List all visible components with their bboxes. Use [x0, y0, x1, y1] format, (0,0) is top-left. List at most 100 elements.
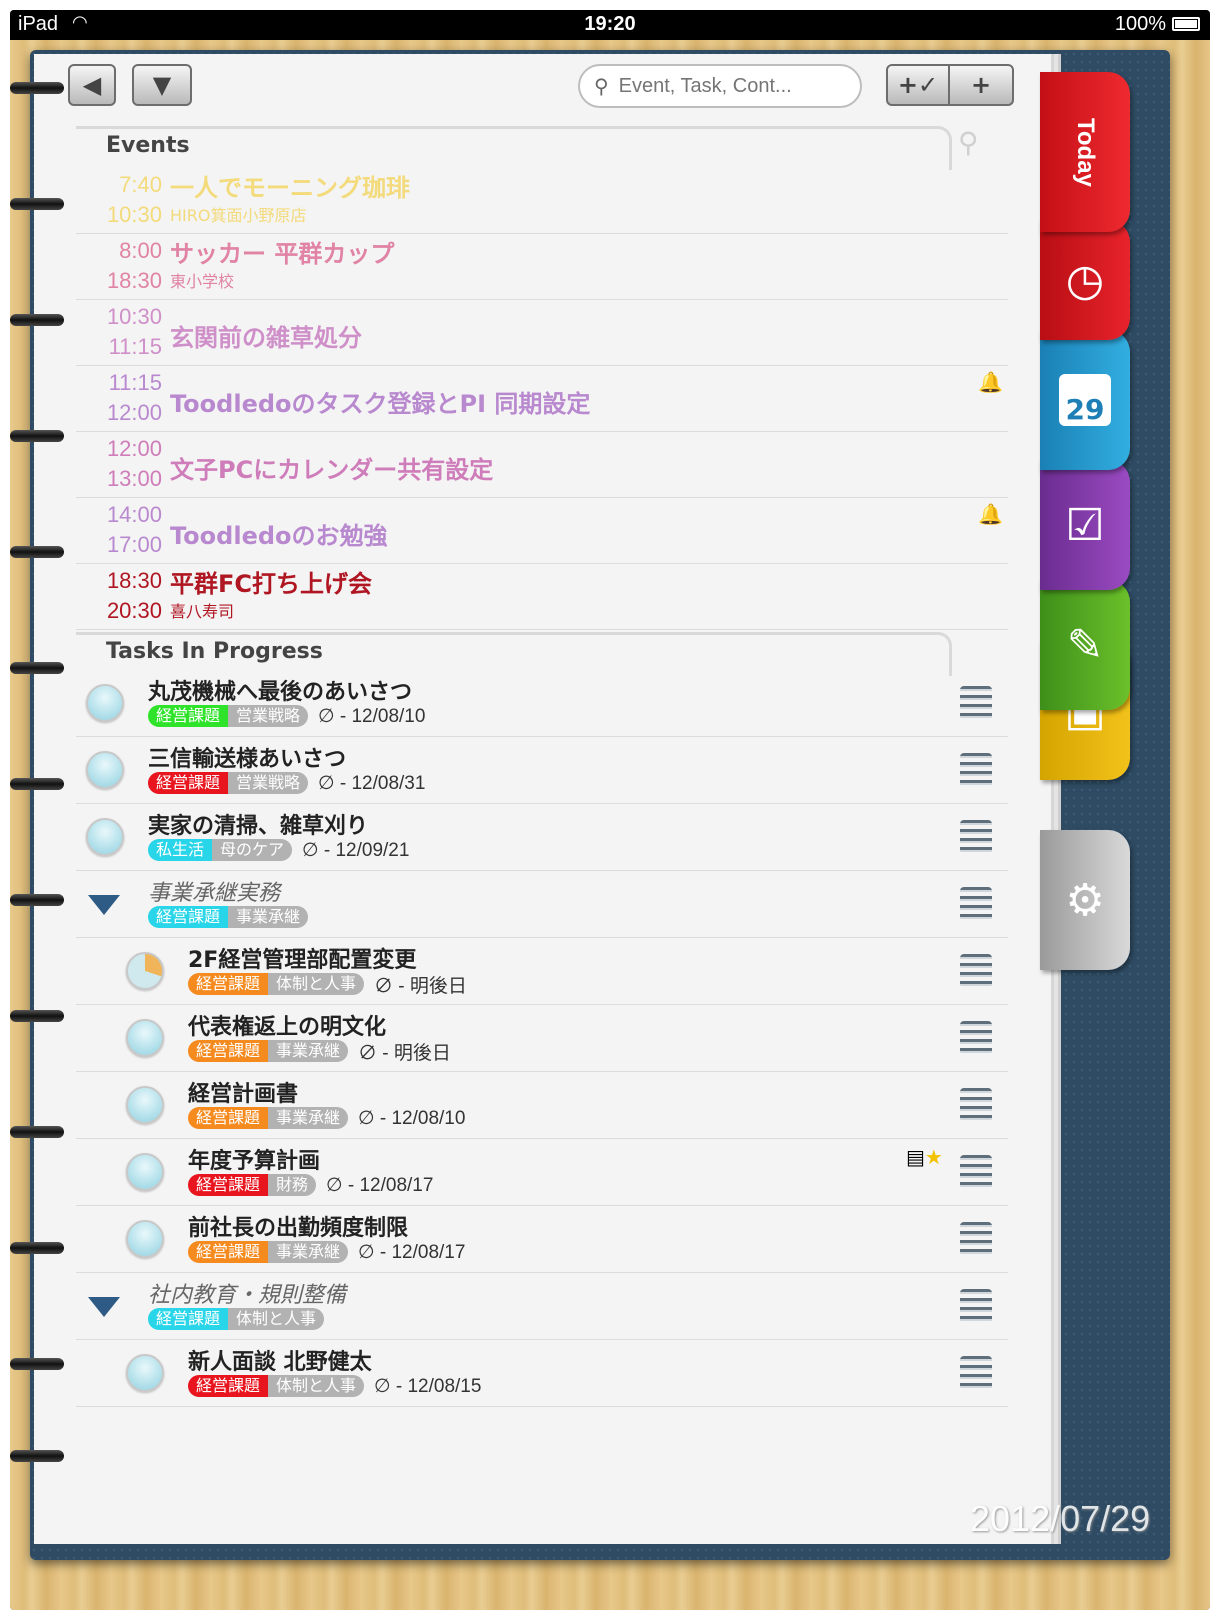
project-title: 事業承継実務 [148, 881, 281, 906]
task-tags: 経営課題 事業承継 [148, 905, 309, 929]
task-complete-checkbox[interactable] [86, 751, 124, 789]
subtask-row[interactable]: 新人面談 北野健太 経営課題 体制と人事 ∅ - 12/08/15 [76, 1340, 1008, 1407]
event-title: Toodledoのお勉強 [170, 522, 388, 550]
clock: 19:20 [584, 13, 636, 35]
event-start-time: 7:40 [119, 172, 162, 197]
task-subcategory-tag: 事業承継 [228, 906, 309, 928]
reorder-handle-icon[interactable] [960, 1222, 992, 1256]
tasks-section-title: Tasks In Progress [106, 639, 323, 664]
project-row[interactable]: 社内教育・規則整備 経営課題 体制と人事 [76, 1273, 1008, 1340]
collapse-triangle-icon[interactable] [88, 895, 120, 915]
events-section-title: Events [106, 133, 190, 158]
task-row[interactable]: 三信輸送様あいさつ 経営課題 営業戦略 ∅ - 12/08/31 [76, 737, 1008, 804]
task-title: 前社長の出勤頻度制限 [188, 1216, 409, 1241]
subtask-row[interactable]: 前社長の出勤頻度制限 経営課題 事業承継 ∅ - 12/08/17 [76, 1206, 1008, 1273]
task-complete-checkbox[interactable] [126, 1153, 164, 1191]
subtask-row[interactable]: 代表権返上の明文化 経営課題 事業承継 ∅ - 明後日 [76, 1005, 1008, 1072]
event-row[interactable]: 10:30 11:15 玄関前の雑草処分 [76, 300, 1008, 366]
calendar-icon: 29 [1059, 374, 1111, 426]
event-location: 喜八寿司 [170, 602, 235, 621]
reorder-handle-icon[interactable] [960, 820, 992, 854]
task-tags: 経営課題 営業戦略 ∅ - 12/08/31 [148, 771, 425, 795]
task-due-date: ∅ - 12/08/15 [374, 1375, 482, 1397]
subtask-row[interactable]: 経営計画書 経営課題 事業承継 ∅ - 12/08/10 [76, 1072, 1008, 1139]
event-row[interactable]: 8:00 18:30 サッカー 平群カップ 東小学校 [76, 234, 1008, 300]
binder-ring [10, 894, 64, 906]
reorder-handle-icon[interactable] [960, 954, 992, 988]
status-bar: iPad ◠ 19:20 100% [10, 10, 1210, 40]
subtask-row[interactable]: 年度予算計画 経営課題 財務 ∅ - 12/08/17 ▤★ [76, 1139, 1008, 1206]
reorder-handle-icon[interactable] [960, 1088, 992, 1122]
task-complete-checkbox[interactable] [126, 1354, 164, 1392]
task-complete-checkbox[interactable] [86, 684, 124, 722]
task-tags: 経営課題 体制と人事 ∅ - 明後日 [188, 972, 467, 997]
photo-date-stamp: 2012/07/29 [970, 1498, 1151, 1539]
task-title: 代表権返上の明文化 [188, 1015, 387, 1040]
task-complete-checkbox[interactable] [126, 1019, 164, 1057]
event-start-time: 14:00 [106, 502, 162, 527]
search-input[interactable] [618, 74, 839, 98]
tab-today[interactable]: Today [1040, 72, 1130, 232]
binder-ring [10, 430, 64, 442]
add-event-button[interactable]: + [948, 64, 1014, 106]
collapse-triangle-icon[interactable] [88, 1297, 120, 1317]
clock-icon: ◷ [1065, 254, 1105, 306]
filter-icon: ▼ [152, 71, 172, 99]
events-section-header: Events [76, 126, 952, 170]
event-row[interactable]: 14:00 17:00 Toodledoのお勉強 🔔 [76, 498, 1008, 564]
event-title: 一人でモーニング珈琲 [170, 174, 410, 202]
reorder-handle-icon[interactable] [960, 1289, 992, 1323]
task-title: 新人面談 北野健太 [188, 1350, 372, 1375]
binder-ring [10, 1450, 64, 1462]
search-field[interactable]: ⚲ [578, 64, 862, 108]
task-complete-checkbox[interactable] [126, 1086, 164, 1124]
event-title: Toodledoのタスク登録とPI 同期設定 [170, 390, 591, 418]
tab-tasks[interactable]: ☑ [1040, 460, 1130, 590]
filter-button[interactable]: ▼ [132, 64, 192, 106]
pencil-icon: ✎ [1066, 619, 1104, 671]
reorder-handle-icon[interactable] [960, 1155, 992, 1189]
event-end-time: 17:00 [106, 532, 162, 557]
event-row[interactable]: 12:00 13:00 文子PCにカレンダー共有設定 [76, 432, 1008, 498]
alarm-bell-icon: 🔔 [978, 370, 1003, 394]
task-row[interactable]: 丸茂機械へ最後のあいさつ 経営課題 営業戦略 ∅ - 12/08/10 [76, 670, 1008, 737]
task-due-date: ∅ - 12/09/21 [302, 839, 410, 861]
event-end-time: 18:30 [106, 268, 162, 293]
event-row[interactable]: 11:15 12:00 Toodledoのタスク登録とPI 同期設定 🔔 [76, 366, 1008, 432]
project-row[interactable]: 事業承継実務 経営課題 事業承継 [76, 871, 1008, 938]
binder-ring [10, 82, 64, 94]
reorder-handle-icon[interactable] [960, 686, 992, 720]
tab-notes[interactable]: ✎ [1040, 580, 1130, 710]
back-button[interactable]: ◀ [68, 64, 116, 106]
tab-clock[interactable]: ◷ [1040, 220, 1130, 340]
clipboard-check-icon: ☑ [1065, 499, 1105, 551]
event-end-time: 13:00 [106, 466, 162, 491]
event-row[interactable]: 18:30 20:30 平群FC打ち上げ会 喜八寿司 [76, 564, 1008, 630]
plus-icon: + [970, 71, 992, 99]
task-progress-checkbox[interactable] [126, 952, 164, 990]
add-task-button[interactable]: +✓ [886, 64, 950, 106]
reorder-handle-icon[interactable] [960, 887, 992, 921]
tab-settings[interactable]: ⚙ [1040, 830, 1130, 970]
task-subcategory-tag: 母のケア [212, 839, 293, 861]
task-title: 丸茂機械へ最後のあいさつ [148, 680, 413, 705]
subtask-row[interactable]: 2F経営管理部配置変更 経営課題 体制と人事 ∅ - 明後日 [76, 938, 1008, 1005]
task-tags: 経営課題 体制と人事 ∅ - 12/08/15 [188, 1374, 481, 1398]
event-location: HIRO箕面小野原店 [170, 206, 307, 225]
event-title: 平群FC打ち上げ会 [170, 570, 373, 598]
task-subcategory-tag: 事業承継 [268, 1040, 349, 1062]
add-task-icon: +✓ [897, 71, 939, 99]
task-tags: 経営課題 事業承継 ∅ - 12/08/17 [188, 1240, 465, 1264]
event-row[interactable]: 7:40 10:30 一人でモーニング珈琲 HIRO箕面小野原店 [76, 168, 1008, 234]
reorder-handle-icon[interactable] [960, 1021, 992, 1055]
task-complete-checkbox[interactable] [86, 818, 124, 856]
tab-calendar[interactable]: 29 [1040, 330, 1130, 470]
reorder-handle-icon[interactable] [960, 1356, 992, 1390]
location-pin-icon[interactable]: ⚲ [958, 126, 979, 159]
task-tags: 経営課題 体制と人事 [148, 1307, 325, 1331]
task-tags: 経営課題 事業承継 ∅ - 12/08/10 [188, 1106, 465, 1130]
reorder-handle-icon[interactable] [960, 753, 992, 787]
task-row[interactable]: 実家の清掃、雑草刈り 私生活 母のケア ∅ - 12/09/21 [76, 804, 1008, 871]
back-arrow-icon: ◀ [82, 71, 102, 99]
task-complete-checkbox[interactable] [126, 1220, 164, 1258]
